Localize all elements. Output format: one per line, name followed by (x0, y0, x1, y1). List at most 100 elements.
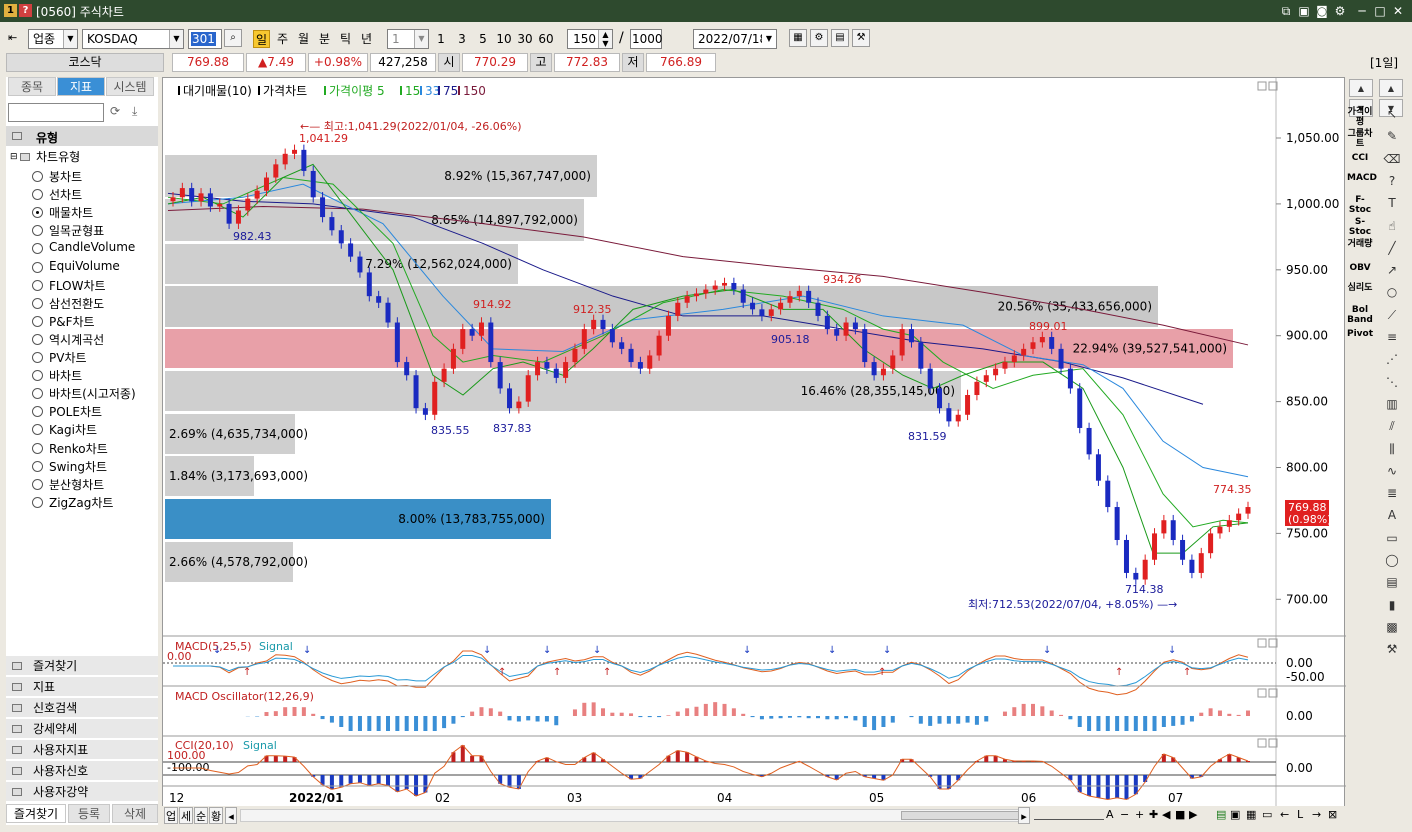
interval-60[interactable]: 60 (536, 30, 556, 48)
chart-type-label[interactable]: Swing차트 (49, 458, 107, 475)
window-icon[interactable]: ▭ (1383, 529, 1401, 547)
bottom-btn-up[interactable]: 업 (164, 807, 178, 824)
scrollbar-thumb[interactable] (901, 811, 1021, 820)
chart-type-label[interactable]: 역시계곡선 (49, 331, 104, 348)
radio-10[interactable] (32, 352, 43, 363)
indicator-shortcut[interactable]: 심리도 (1347, 283, 1373, 303)
interval-3[interactable]: 3 (455, 30, 469, 48)
cycle-icon[interactable]: ⫼ (1383, 440, 1401, 458)
pitch-icon[interactable]: ⫽ (1383, 417, 1401, 435)
fan-icon[interactable]: ⋱ (1383, 373, 1401, 391)
bottom-btn-status[interactable]: 황 (209, 807, 223, 824)
trend-icon[interactable]: ⟋ (1383, 306, 1401, 324)
tab-stock[interactable]: 종목 (8, 77, 56, 96)
question-icon[interactable]: ? (1383, 172, 1401, 190)
pencil-icon[interactable]: ✎ (1383, 127, 1401, 145)
maximize-icon[interactable]: □ (1372, 3, 1388, 19)
max-count-input[interactable]: 1000 (630, 29, 663, 49)
chart-canvas[interactable]: 1,050.00 1,000.00 950.00 900.00 850.00 800.00… (163, 78, 1346, 808)
search-icon[interactable]: ⌕ (224, 29, 242, 47)
chart-type-label[interactable]: 매물차트 (49, 204, 93, 221)
cursor-icon[interactable]: ↖ (1383, 105, 1401, 123)
chart-type-label[interactable]: FLOW차트 (49, 277, 106, 294)
chart-type-label[interactable]: P&F차트 (49, 313, 95, 330)
measure-icon[interactable]: ⊠ (1328, 808, 1337, 821)
radio-9[interactable] (32, 333, 43, 345)
market-type-select[interactable]: 업종 ▼ (28, 29, 78, 49)
date-select[interactable]: 2022/07/18 ▼ (693, 29, 777, 49)
channel-icon[interactable]: ≡ (1383, 328, 1401, 346)
radio-5[interactable] (32, 261, 43, 273)
radio-11[interactable] (32, 370, 43, 382)
radio-4[interactable] (32, 243, 43, 255)
tab-system[interactable]: 시스템 (106, 77, 154, 96)
period-month[interactable]: 월 (295, 30, 312, 48)
code-input[interactable]: 301 (188, 29, 222, 49)
minimize-icon[interactable]: ─ (1354, 3, 1370, 19)
indicator-shortcut[interactable]: S-Stoc (1347, 217, 1373, 237)
chart-type-label[interactable]: Renko차트 (49, 440, 108, 457)
zoom-in-icon[interactable]: + (1135, 808, 1144, 821)
sidebar-group[interactable]: 사용자지표 (6, 739, 158, 759)
indicator-shortcut[interactable]: CCI (1347, 153, 1373, 173)
period-day[interactable]: 일 (253, 30, 270, 48)
pane-maximize-icon[interactable] (1257, 638, 1267, 648)
chart-type-label[interactable]: ZigZag차트 (49, 494, 113, 511)
section-header[interactable]: 유형 (6, 126, 158, 146)
interval-30[interactable]: 30 (515, 30, 535, 48)
chart-type-label[interactable]: CandleVolume (49, 240, 135, 254)
chart-type-label[interactable]: 삼선전환도 (49, 295, 104, 312)
indicator-shortcut[interactable]: 그룹차트 (1347, 129, 1373, 149)
interval-5[interactable]: 5 (476, 30, 490, 48)
save-icon[interactable]: ▣ (1296, 3, 1312, 19)
settings-icon[interactable]: ⚙ (810, 29, 828, 47)
period-tick[interactable]: 틱 (337, 30, 354, 48)
chart-grid-icon[interactable]: ▦ (789, 29, 807, 47)
radio-2[interactable] (32, 207, 43, 219)
stats-icon[interactable]: ▩ (1383, 618, 1401, 636)
indicator-shortcut[interactable]: F-Stoc (1347, 195, 1373, 215)
chart-type-label[interactable]: 바차트 (49, 367, 82, 384)
indicator-shortcut[interactable]: 거래량 (1347, 239, 1373, 259)
scroll-up-icon[interactable]: ▲ (1379, 79, 1403, 97)
horizontal-scrollbar[interactable] (240, 809, 1030, 822)
chart-type-label[interactable]: 봉차트 (49, 168, 82, 185)
period-minute[interactable]: 분 (316, 30, 333, 48)
radio-12[interactable] (32, 388, 43, 400)
bar-icon[interactable]: ▮ (1383, 596, 1401, 614)
radio-3[interactable] (32, 225, 43, 237)
prev-icon[interactable]: ◀ (1162, 808, 1170, 821)
excel-icon[interactable]: ▤ (1216, 808, 1226, 821)
radio-17[interactable] (32, 478, 43, 490)
count-input[interactable]: 150 ▲ ▼ (567, 29, 613, 49)
spinner-icon[interactable]: ▲ ▼ (598, 30, 612, 48)
radio-13[interactable] (32, 406, 43, 418)
ellipse-icon[interactable]: ◯ (1383, 551, 1401, 569)
help-badge[interactable]: ? (19, 4, 32, 17)
gear-icon[interactable]: ⚙ (1332, 3, 1348, 19)
refresh-icon[interactable]: ⟳ (110, 104, 126, 121)
grid-icon[interactable]: ▥ (1383, 395, 1401, 413)
camera-icon[interactable]: ◙ (1314, 3, 1330, 19)
fib-icon[interactable]: ⋰ (1383, 350, 1401, 368)
sidebar-group[interactable]: 지표 (6, 676, 158, 696)
chart-type-label[interactable]: EquiVolume (49, 259, 120, 273)
circle-icon[interactable]: ○ (1383, 283, 1401, 301)
forward-icon[interactable]: → (1312, 808, 1321, 821)
sidebar-group[interactable]: 강세약세 (6, 718, 158, 738)
radio-0[interactable] (32, 171, 43, 182)
wave-icon[interactable]: ∿ (1383, 462, 1401, 480)
indicator-shortcut[interactable]: MACD (1347, 173, 1377, 193)
ray-icon[interactable]: ↗ (1383, 261, 1401, 279)
plus-icon[interactable]: ✚ (1149, 808, 1158, 821)
download-icon[interactable]: ⤓ (132, 104, 148, 121)
chart-type-label[interactable]: 바차트(시고저종) (49, 385, 136, 402)
bottom-tab[interactable]: 등록 (68, 804, 110, 823)
radio-1[interactable] (32, 189, 43, 201)
play-icon[interactable]: ▶ (1189, 808, 1197, 821)
chart-type-label[interactable]: Kagi차트 (49, 421, 97, 438)
chart-area[interactable]: 1,050.00 1,000.00 950.00 900.00 850.00 800.00… (162, 77, 1346, 808)
interval-1[interactable]: 1 (434, 30, 448, 48)
bottom-btn-order[interactable]: 순 (194, 807, 208, 824)
back-icon[interactable]: ← (1280, 808, 1289, 821)
